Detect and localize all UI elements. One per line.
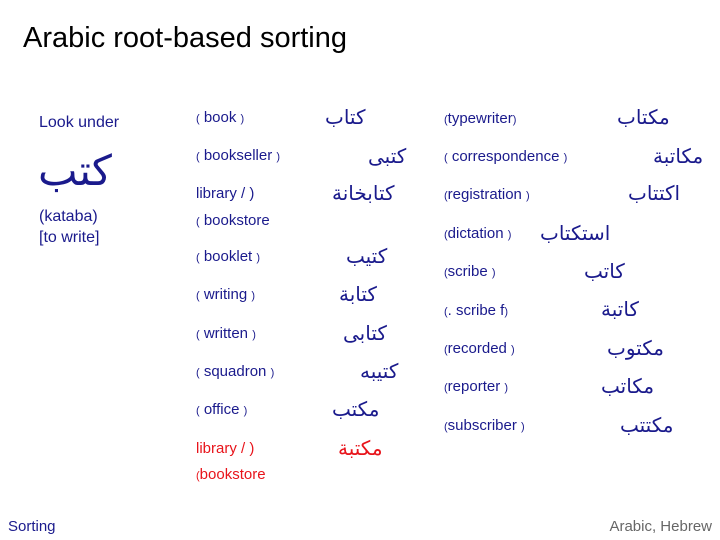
left-entry-ar-highlight: مكتبة [338, 436, 383, 460]
left-entry-ar: كتابخانة [332, 181, 395, 205]
right-entry-en: ( correspondence ) [444, 148, 568, 165]
right-entry-en-text: reporter [447, 378, 501, 395]
left-entry-en: ( bookstore [196, 212, 270, 229]
right-entry-en: (dictation ) [444, 225, 512, 242]
right-entry-ar: كاتب [584, 259, 625, 283]
right-entry-ar: مكتاب [617, 105, 670, 129]
right-entry-en-text: subscriber [447, 417, 517, 434]
left-entry-ar: كتيب [346, 244, 388, 268]
right-entry-en-text: recorded [447, 340, 507, 357]
left-entry-en-text: book [203, 109, 237, 126]
left-entry-en-text: squadron [203, 363, 267, 380]
right-entry-en: (recorded ) [444, 340, 515, 357]
right-entry-en-text: dictation [447, 225, 504, 242]
root-meaning: [to write] [39, 229, 100, 246]
left-entry-en: ( writing ) [196, 286, 256, 303]
left-entry-ar: كتاب [325, 105, 366, 129]
root-gloss: (kataba) [to write] [39, 206, 99, 248]
right-entry-en-text: . scribe f [447, 302, 505, 319]
left-entry-ar: كتبى [368, 144, 407, 168]
left-entry-en-line2: bookstore [199, 466, 266, 483]
left-entry-en-line1: library / ) [196, 185, 255, 202]
right-entry-en-text: scribe [447, 263, 488, 280]
left-entry-en: ( bookseller ) [196, 147, 281, 164]
footer-section-label: Sorting [8, 518, 56, 535]
right-entry-ar: مكاتب [601, 374, 655, 398]
left-entry-en-line2: bookstore [203, 212, 270, 229]
left-entry-en: library / ) [196, 185, 254, 203]
left-entry-en-text: written [203, 325, 249, 342]
footer-topic-label: Arabic, Hebrew [609, 518, 712, 535]
left-entry-ar: كتابة [339, 282, 377, 306]
right-entry-ar: كاتبة [601, 297, 639, 321]
left-entry-en-text: booklet [203, 248, 253, 265]
right-entry-en: (scribe ) [444, 263, 496, 280]
left-entry-en: ( booklet ) [196, 248, 261, 265]
left-entry-en-line1: library / ) [196, 440, 255, 457]
left-entry-en: ( written ) [196, 325, 256, 342]
right-entry-ar: استكتاب [540, 221, 611, 245]
right-entry-en: (registration ) [444, 186, 530, 203]
right-entry-en-text: typewriter [447, 110, 513, 127]
right-entry-ar: اكتتاب [628, 181, 681, 205]
right-entry-en: (. scribe f) [444, 302, 509, 319]
right-entry-ar: مكتتب [620, 413, 674, 437]
right-entry-en-text: registration [447, 186, 522, 203]
left-entry-en: ( squadron ) [196, 363, 275, 380]
left-entry-ar: كتيبه [360, 359, 399, 383]
right-entry-en: (reporter ) [444, 378, 509, 395]
left-entry-en-highlight: library / ) [196, 440, 254, 458]
left-entry-en: ( office ) [196, 401, 248, 418]
right-entry-en-text: correspondence [451, 148, 560, 165]
left-entry-ar: مكتب [332, 397, 380, 421]
right-entry-ar: مكاتبة [653, 144, 704, 168]
look-under-label: Look under [39, 114, 120, 131]
left-entry-ar: كتابى [343, 321, 387, 345]
right-entry-en: (subscriber ) [444, 417, 525, 434]
left-entry-en-text: office [203, 401, 240, 418]
root-transliteration: (kataba) [39, 208, 98, 225]
left-entry-en-text: bookseller [203, 147, 273, 164]
left-entry-en-text: writing [203, 286, 248, 303]
slide-title: Arabic root-based sorting [23, 22, 347, 54]
left-entry-en: ( book ) [196, 109, 245, 126]
right-entry-ar: مكتوب [607, 336, 664, 360]
left-entry-en-highlight: (bookstore [196, 466, 266, 483]
right-entry-en: (typewriter) [444, 110, 517, 127]
root-word: كتب [38, 146, 112, 195]
